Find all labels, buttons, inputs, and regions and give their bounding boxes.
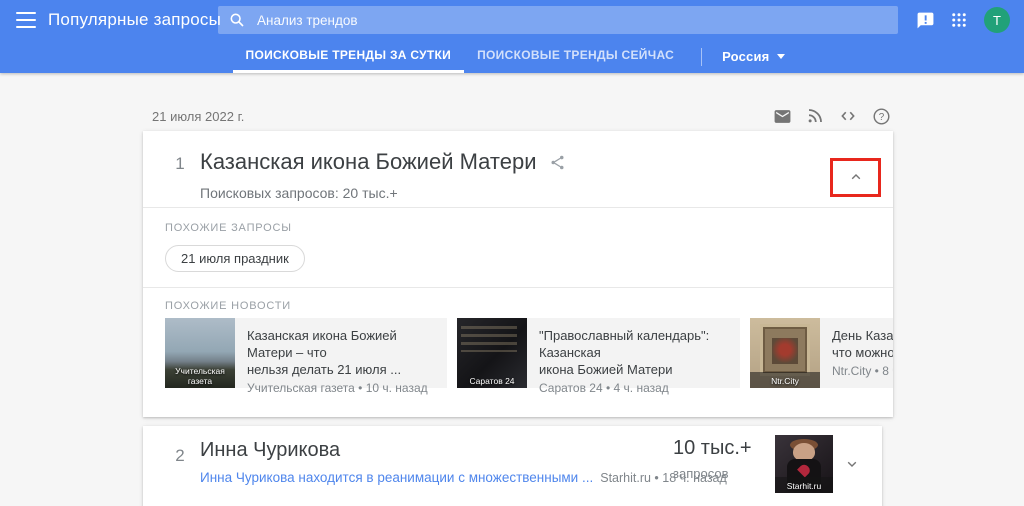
search-count-block: 10 тыс.+ запросов: [673, 437, 752, 481]
share-icon: [549, 154, 566, 171]
trend-rank: 2: [167, 446, 193, 466]
region-selector[interactable]: Россия: [716, 49, 791, 64]
news-thumbnail: Учительская газета: [165, 318, 235, 388]
trend-title[interactable]: Инна Чурикова: [200, 439, 340, 462]
avatar-letter: T: [993, 13, 1001, 28]
news-item[interactable]: Саратов 24 "Православный календарь": Каз…: [457, 318, 740, 388]
top-app-bar: Популярные запросы T: [0, 0, 1024, 40]
news-title: Казанская икона Божией Матери – что нель…: [247, 327, 435, 378]
chevron-up-icon: [849, 170, 863, 184]
related-queries-heading: ПОХОЖИЕ ЗАПРОСЫ: [165, 222, 292, 234]
embed-button[interactable]: [836, 104, 860, 128]
trend-rank: 1: [167, 154, 193, 174]
search-count-label: Поисковых запросов: 20 тыс.+: [200, 185, 398, 201]
feedback-icon: [916, 11, 935, 30]
share-button[interactable]: [549, 154, 566, 171]
tab-realtime-trends[interactable]: ПОИСКОВЫЕ ТРЕНДЫ СЕЙЧАС: [464, 40, 687, 73]
thumbnail-caption: Учительская газета: [165, 366, 235, 386]
topbar-actions: T: [908, 0, 1016, 40]
rss-icon: [806, 107, 824, 125]
trend-card-2: 2 Инна Чурикова Инна Чурикова находится …: [143, 426, 882, 506]
apps-grid-icon: [950, 11, 968, 29]
trend-card-1: 1 Казанская икона Божией Матери Поисковы…: [143, 131, 893, 417]
apps-grid-button[interactable]: [942, 3, 976, 37]
toolbar: 21 июля 2022 г. ?: [143, 103, 893, 129]
code-icon: [839, 107, 857, 125]
search-bar[interactable]: [218, 6, 898, 34]
trend-title[interactable]: Казанская икона Божией Матери: [200, 149, 537, 175]
news-thumbnail: Ntr.City: [750, 318, 820, 388]
tab-separator: [701, 48, 702, 66]
rss-button[interactable]: [803, 104, 827, 128]
news-thumbnail[interactable]: Starhit.ru: [775, 435, 833, 493]
mail-icon: [773, 107, 792, 126]
news-source: Учительская газета • 10 ч. назад: [247, 381, 435, 395]
collapse-button[interactable]: [843, 164, 869, 190]
thumbnail-caption: Саратов 24: [457, 376, 527, 386]
related-news-heading: ПОХОЖИЕ НОВОСТИ: [165, 300, 291, 312]
region-label: Россия: [722, 49, 769, 64]
help-button[interactable]: ?: [869, 104, 893, 128]
news-source: Ntr.City • 8 ч. назад: [832, 364, 893, 378]
news-item[interactable]: Ntr.City День Казанской что можно и нель…: [750, 318, 893, 388]
subscribe-button[interactable]: [770, 104, 794, 128]
google-trends-page: Популярные запросы T ПОИСКОВЫЕ ТРЕНДЫ ЗА…: [0, 0, 1024, 506]
search-input[interactable]: [257, 13, 898, 28]
feedback-button[interactable]: [908, 3, 942, 37]
tab-bar: ПОИСКОВЫЕ ТРЕНДЫ ЗА СУТКИ ПОИСКОВЫЕ ТРЕН…: [0, 40, 1024, 73]
search-count-unit: запросов: [673, 466, 752, 481]
thumbnail-caption: Starhit.ru: [775, 481, 833, 491]
news-headline-link[interactable]: Инна Чурикова находится в реанимации с м…: [200, 470, 593, 485]
help-icon: ?: [872, 107, 891, 126]
news-title: "Православный календарь": Казанская икон…: [539, 327, 728, 378]
app-title: Популярные запросы: [48, 10, 221, 30]
tab-daily-trends[interactable]: ПОИСКОВЫЕ ТРЕНДЫ ЗА СУТКИ: [233, 40, 465, 73]
related-query-chip[interactable]: 21 июля праздник: [165, 245, 305, 272]
search-icon: [229, 12, 245, 28]
divider: [143, 287, 893, 288]
expand-button[interactable]: [839, 451, 865, 477]
divider: [143, 207, 893, 208]
menu-icon[interactable]: [16, 12, 36, 28]
chevron-down-icon: [777, 54, 785, 59]
svg-text:?: ?: [878, 112, 884, 123]
news-source: Саратов 24 • 4 ч. назад: [539, 381, 728, 395]
news-thumbnail: Саратов 24: [457, 318, 527, 388]
date-label: 21 июля 2022 г.: [152, 109, 244, 124]
thumbnail-caption: Ntr.City: [750, 376, 820, 386]
news-title: День Казанской что можно и нельзя: [832, 327, 893, 361]
chevron-down-icon: [845, 457, 859, 471]
search-count: 10 тыс.+: [673, 437, 752, 460]
related-news-row: Учительская газета Казанская икона Божие…: [165, 318, 893, 388]
avatar[interactable]: T: [984, 7, 1010, 33]
news-item[interactable]: Учительская газета Казанская икона Божие…: [165, 318, 447, 388]
